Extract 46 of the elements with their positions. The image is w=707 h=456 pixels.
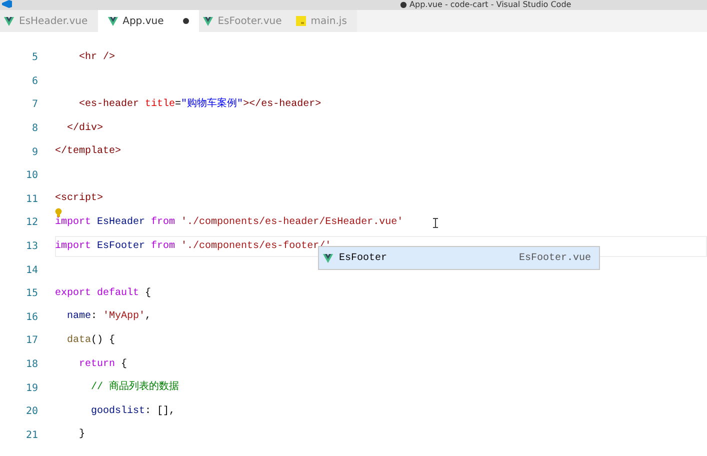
line-number: 15 (24, 288, 38, 300)
editor-tab[interactable]: main.js (292, 10, 357, 32)
line-number: 19 (24, 382, 38, 394)
lightbulb-icon[interactable] (55, 208, 62, 218)
code-line: } (78, 429, 86, 442)
line-number: 11 (24, 194, 38, 205)
line-number: 16 (24, 312, 38, 323)
vue-icon (323, 254, 333, 262)
line-number: 7 (30, 99, 38, 110)
code-line: <es-header title="购物车案例"></es-header> (78, 98, 322, 111)
code-line: data() { (66, 334, 116, 347)
line-number: 17 (24, 335, 38, 346)
window-title: ● App.vue - code-cart - Visual Studio Code (400, 0, 572, 10)
code-line: export default { (55, 288, 152, 300)
line-number: 10 (24, 170, 38, 182)
vue-icon (108, 16, 118, 26)
text-cursor-icon (433, 218, 438, 228)
editor-tab[interactable]: EsHeader.vue (0, 10, 98, 32)
line-number: 9 (30, 146, 38, 158)
line-number: 13 (24, 241, 38, 252)
code-line: return { (78, 358, 128, 371)
line-number: 21 (24, 430, 38, 441)
editor-tab[interactable]: App.vue (98, 10, 199, 32)
code-line: </div> (66, 122, 104, 135)
line-number: 12 (24, 217, 38, 228)
js-file-icon (296, 16, 306, 26)
suggestion-detail: EsFooter.vue (518, 252, 591, 264)
code-line: name: 'MyApp', (66, 311, 152, 324)
line-number: 6 (30, 76, 38, 87)
app-logo-icon (2, 0, 12, 8)
code-line: import EsHeader from './components/es-header/EsHeader.vue' (55, 216, 404, 229)
code-line: goodslist: [], (90, 406, 176, 418)
line-number: 20 (24, 406, 38, 418)
code-line: <script> (55, 193, 104, 206)
autocomplete-item[interactable]: EsFooter EsFooter.vue (318, 246, 600, 270)
line-number: 5 (30, 52, 38, 64)
vue-icon (202, 16, 213, 26)
editor-tab[interactable]: EsFooter.vue (198, 10, 292, 32)
suggestion-label: EsFooter (339, 252, 388, 264)
line-number: 14 (24, 264, 38, 276)
code-line: </template> (55, 146, 122, 158)
line-number: 8 (30, 123, 38, 134)
code-line: // 商品列表的数据 (90, 382, 180, 394)
code-line: <hr /> (78, 52, 116, 64)
vue-icon (4, 16, 14, 26)
line-number: 18 (24, 359, 38, 370)
